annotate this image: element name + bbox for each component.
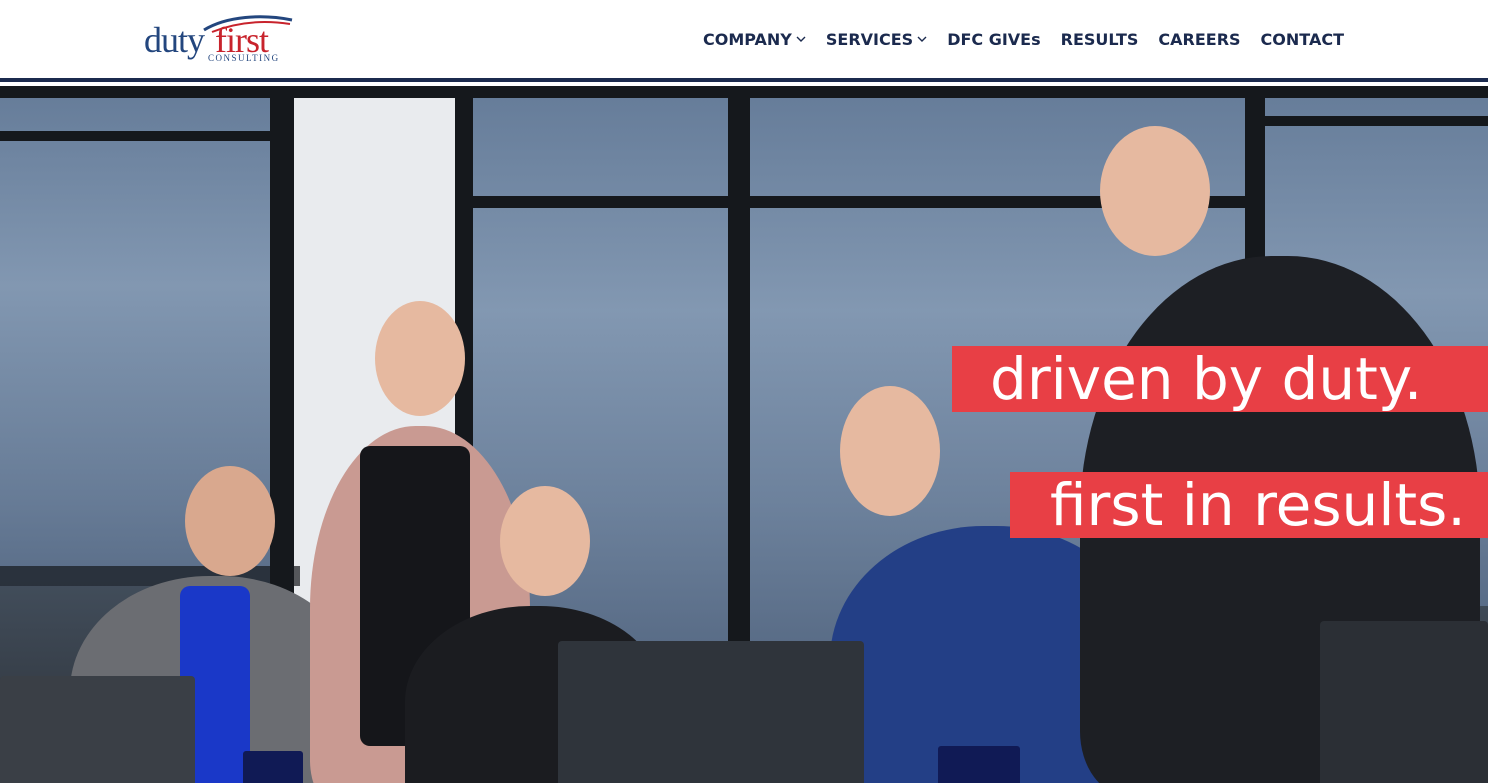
nav-results[interactable]: RESULTS [1061,30,1139,49]
person-head [1100,126,1210,256]
logo-subtitle: CONSULTING [208,53,280,63]
nav-services-label: SERVICES [825,29,914,49]
nav-careers[interactable]: CAREERS [1158,30,1240,49]
nav-dfc-gives-label: DFC GIVEs [947,29,1041,49]
window-frame [0,131,280,141]
laptop [558,641,864,783]
person-head [375,301,465,416]
window-frame [1260,116,1488,126]
chevron-down-icon [796,36,806,42]
window-frame [728,86,750,646]
person-head [500,486,590,596]
site-header: duty first CONSULTING COMPANY SERVICES D… [0,0,1488,82]
nav-careers-label: CAREERS [1158,29,1241,49]
hero-tagline-2: first in results. [1010,472,1488,538]
logo-link[interactable]: duty first CONSULTING [142,12,294,64]
nav-dfc-gives[interactable]: DFC GIVEs [947,30,1040,49]
chevron-down-icon [917,36,927,42]
nav-results-label: RESULTS [1060,29,1139,49]
laptop [1320,621,1488,783]
nav-contact-label: CONTACT [1260,29,1344,49]
coffee-mug [243,751,303,783]
person-head [185,466,275,576]
nav-services[interactable]: SERVICES [826,30,927,49]
laptop [0,676,195,783]
nav-company[interactable]: COMPANY [703,30,806,49]
logo-word-duty: duty [144,20,205,60]
nav-company-label: COMPANY [702,29,792,49]
nav-contact[interactable]: CONTACT [1261,30,1344,49]
hero-tagline-1: driven by duty. [952,346,1488,412]
main-nav: COMPANY SERVICES DFC GIVEs RESULTS CAREE… [703,28,1344,50]
coffee-mug [938,746,1020,783]
hero-banner: driven by duty. first in results. [0,86,1488,783]
person-head [840,386,940,516]
hero-photo [0,86,1488,783]
